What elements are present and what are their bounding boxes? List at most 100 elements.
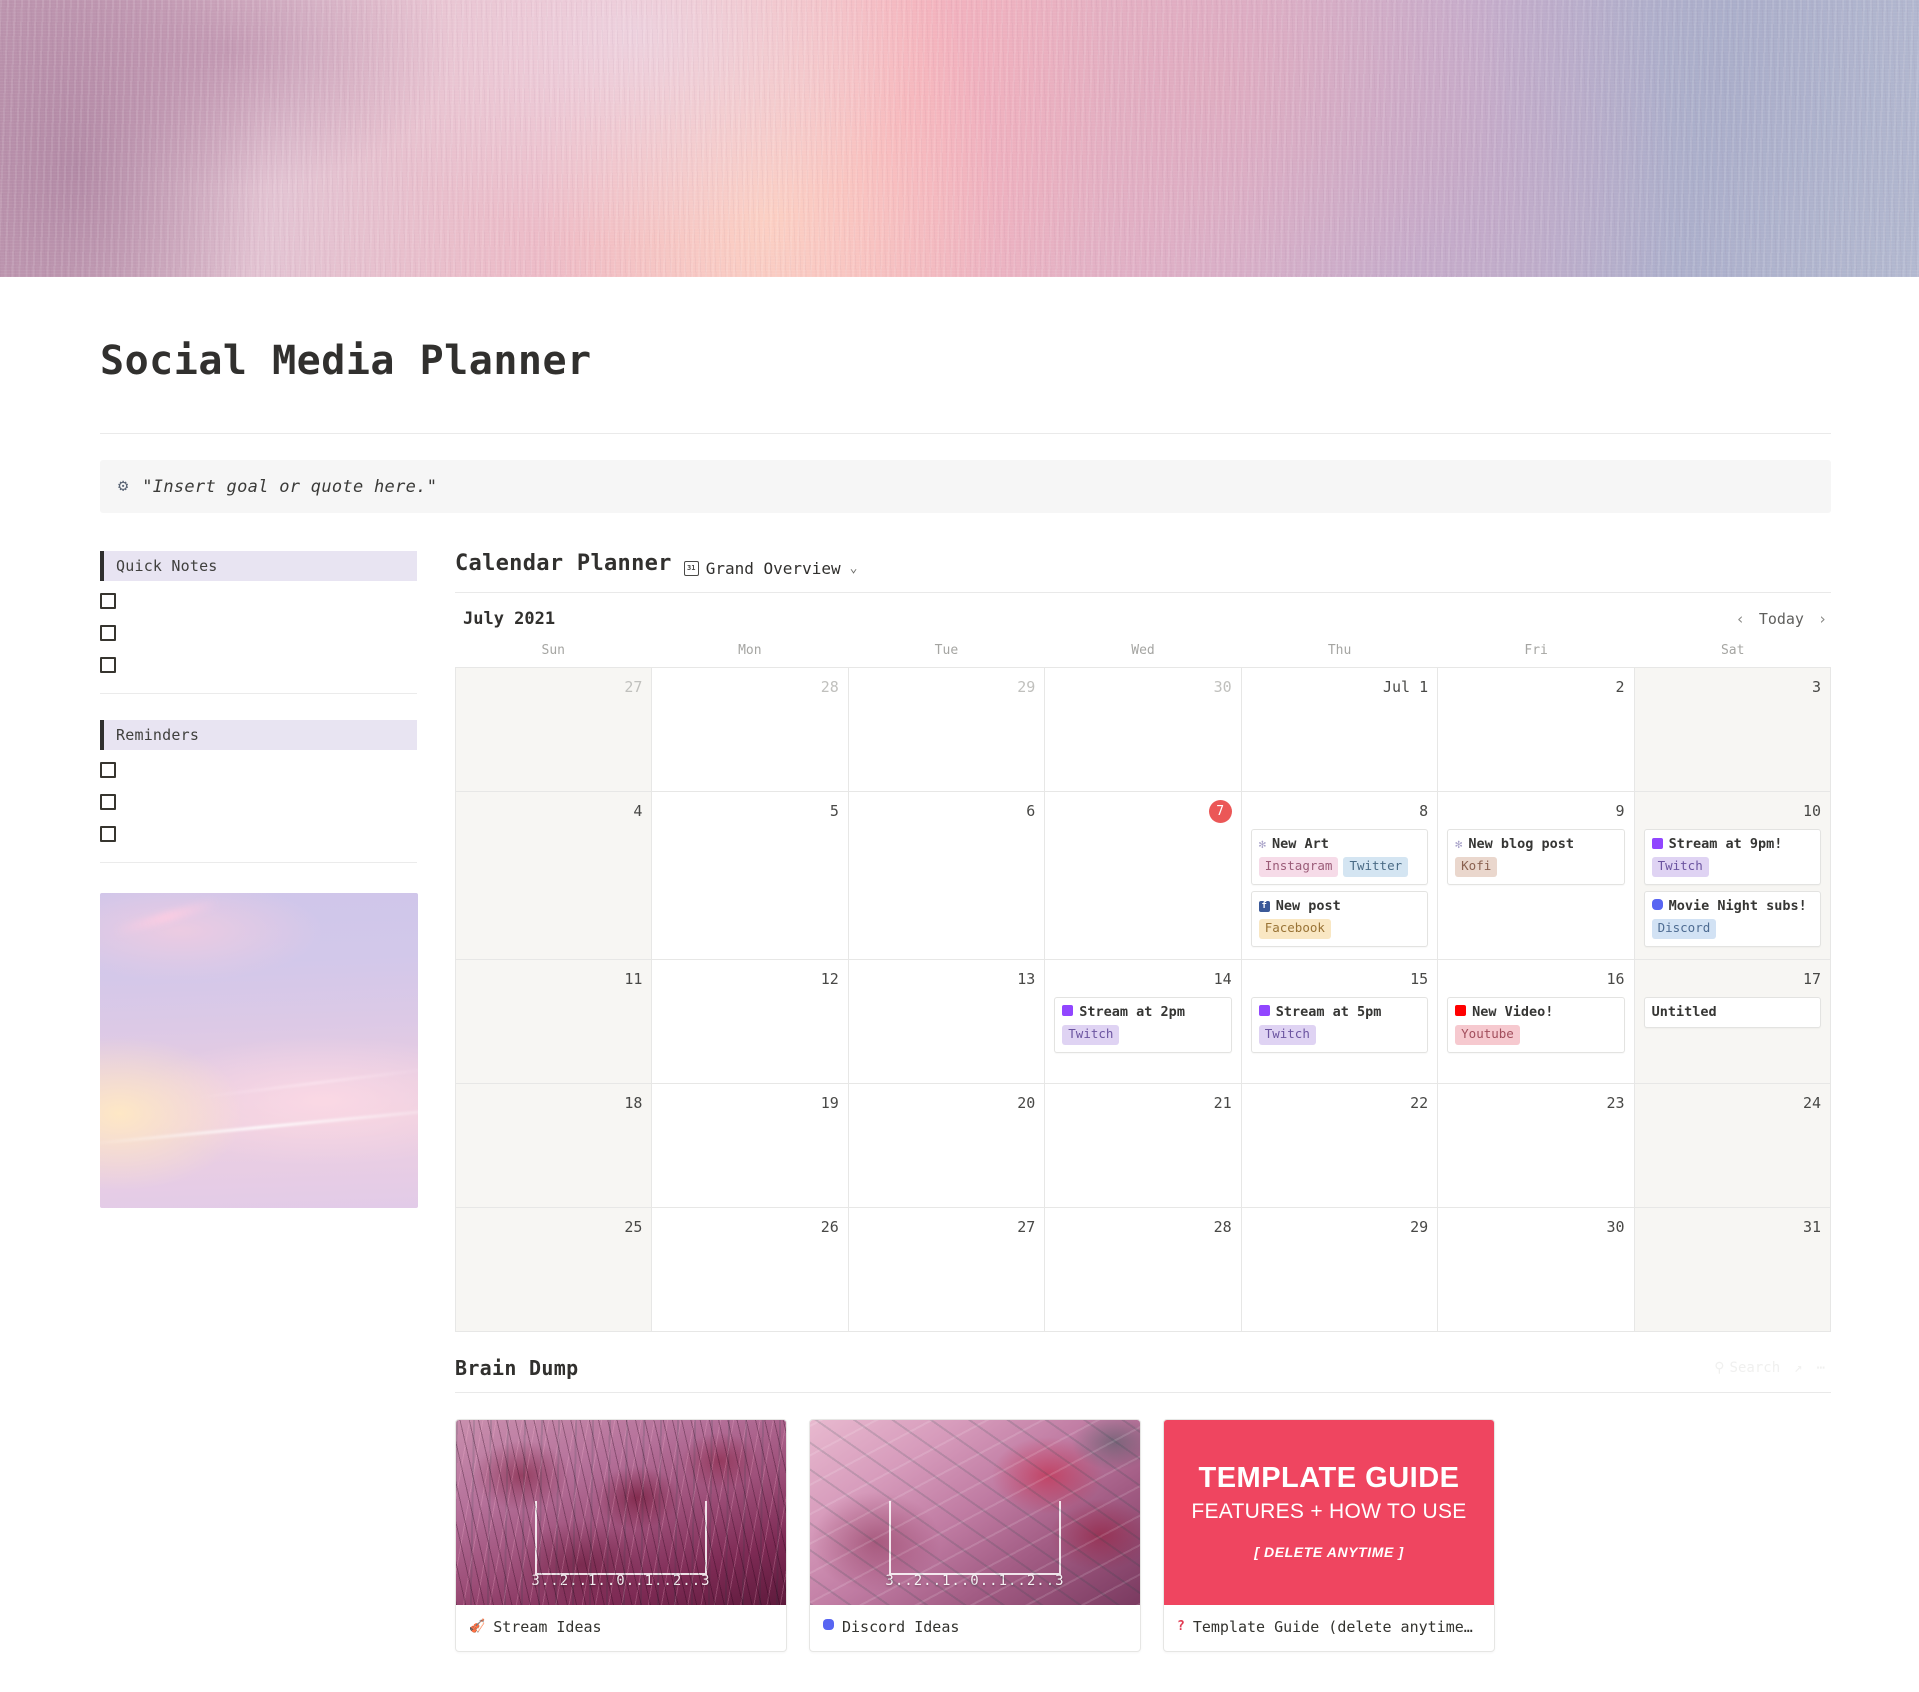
calendar-day-cell[interactable]: 27 <box>848 1207 1046 1332</box>
guide-subtitle: FEATURES + HOW TO USE <box>1191 1500 1467 1524</box>
calendar-event-card[interactable]: f New post Facebook <box>1250 890 1429 947</box>
calendar-day-cell[interactable]: 24 <box>1634 1083 1831 1208</box>
event-title: New blog post <box>1468 836 1575 852</box>
brain-dump-card[interactable]: 3..2..1..0..1..2..3 Discord Ideas <box>809 1418 1141 1652</box>
event-tag[interactable]: Youtube <box>1455 1024 1520 1045</box>
calendar-day-cell[interactable]: 28 <box>1045 1207 1242 1332</box>
calendar-day-cell[interactable]: 5 <box>652 792 849 960</box>
calendar-day-cell[interactable]: 29 <box>1241 1207 1439 1332</box>
day-number: 29 <box>1410 1217 1429 1236</box>
checkbox-icon[interactable] <box>100 625 116 641</box>
quick-note-item[interactable] <box>100 649 417 681</box>
calendar-day-cell[interactable]: 23 <box>1438 1083 1635 1208</box>
event-tag[interactable]: Twitch <box>1062 1024 1120 1045</box>
calendar-event-card[interactable]: ✻ New Art Instagram Twitter <box>1250 829 1429 885</box>
brain-dump-card[interactable]: 3..2..1..0..1..2..3 🎻 Stream Ideas <box>455 1418 787 1652</box>
calendar-event-card[interactable]: Stream at 5pm Twitch <box>1250 996 1429 1053</box>
calendar-event-card[interactable]: New Video! Youtube <box>1447 996 1625 1053</box>
next-month-button[interactable]: › <box>1818 610 1827 628</box>
calendar-day-cell[interactable]: 4 <box>456 792 653 960</box>
brain-dump-card[interactable]: TEMPLATE GUIDE FEATURES + HOW TO USE [ DEL… <box>1163 1418 1495 1652</box>
calendar-event-card[interactable]: Untitled <box>1643 996 1821 1028</box>
event-tag[interactable]: Twitch <box>1258 1024 1316 1045</box>
card-title: Discord Ideas <box>842 1617 960 1636</box>
reminders-label: Reminders <box>116 726 200 744</box>
calendar-day-cell[interactable]: Jul 1 <box>1241 668 1439 792</box>
event-tag[interactable]: Twitch <box>1651 857 1709 877</box>
reminder-item[interactable] <box>100 754 417 786</box>
checkbox-icon[interactable] <box>100 593 116 609</box>
calendar-day-cell[interactable]: 30 <box>1045 668 1242 792</box>
calendar-day-cell[interactable]: 16 New Video! Youtube <box>1438 959 1635 1084</box>
violin-icon: 🎻 <box>469 1619 486 1635</box>
quick-note-item[interactable] <box>100 617 417 649</box>
gear-flower-icon: ⚙ <box>118 476 129 496</box>
sidebar-sky-image <box>100 893 418 1208</box>
calendar-day-cell[interactable]: 15 Stream at 5pm Twitch <box>1241 959 1439 1084</box>
quick-note-item[interactable] <box>100 585 417 617</box>
calendar-day-cell[interactable]: 26 <box>652 1207 849 1332</box>
calendar-day-cell[interactable]: 10 Stream at 9pm! Twitch Movie Night subs! D… <box>1634 792 1831 960</box>
event-tag-list: Discord <box>1651 918 1813 939</box>
calendar-day-cell[interactable]: 14 Stream at 2pm Twitch <box>1045 959 1242 1084</box>
guide-title: TEMPLATE GUIDE <box>1198 1462 1460 1495</box>
calendar-day-cell[interactable]: 28 <box>652 668 849 792</box>
calendar-day-cell[interactable]: 2 <box>1438 668 1635 792</box>
goal-quote-callout[interactable]: ⚙ "Insert goal or quote here." <box>100 460 1831 513</box>
calendar-day-cell[interactable]: 31 <box>1634 1207 1831 1332</box>
expand-icon[interactable]: ↗ <box>1794 1360 1802 1376</box>
calendar-day-cell[interactable]: 17 Untitled <box>1634 959 1831 1084</box>
calendar-day-cell[interactable]: 12 <box>652 959 849 1084</box>
search-control[interactable]: ⚲ Search <box>1714 1360 1780 1376</box>
template-guide-cover: TEMPLATE GUIDE FEATURES + HOW TO USE [ DEL… <box>1164 1419 1494 1605</box>
calendar-day-cell[interactable]: 7 <box>1045 792 1242 960</box>
calendar-header: Calendar Planner 31 Grand Overview ⌄ <box>455 551 1831 578</box>
reminders-heading: Reminders <box>100 720 417 750</box>
today-badge: 7 <box>1208 800 1232 823</box>
calendar-day-cell[interactable]: 13 <box>848 959 1046 1084</box>
event-tag[interactable]: Facebook <box>1258 918 1331 939</box>
calendar-day-cell[interactable]: 19 <box>652 1083 849 1208</box>
checkbox-icon[interactable] <box>100 762 116 778</box>
event-tag-list: Instagram Twitter <box>1258 857 1420 877</box>
prev-month-button[interactable]: ‹ <box>1736 610 1745 628</box>
day-number: 2 <box>1615 678 1625 696</box>
calendar-day-cell[interactable]: 21 <box>1045 1083 1242 1208</box>
calendar-day-cell[interactable]: 20 <box>848 1083 1046 1208</box>
discord-icon <box>823 1619 834 1634</box>
today-button[interactable]: Today <box>1759 610 1804 628</box>
chevron-down-icon[interactable]: ⌄ <box>850 561 858 576</box>
ellipsis-icon[interactable]: ⋯ <box>1817 1360 1825 1376</box>
calendar-day-cell[interactable]: 6 <box>848 792 1046 960</box>
brain-dump-gallery: 3..2..1..0..1..2..3 🎻 Stream Ideas 3..2..1.… <box>455 1418 1831 1652</box>
calendar-event-card[interactable]: Stream at 9pm! Twitch <box>1643 829 1821 885</box>
day-number: 16 <box>1606 969 1625 988</box>
calendar-day-cell[interactable]: 25 <box>456 1207 653 1332</box>
event-tag[interactable]: Discord <box>1651 918 1717 939</box>
calendar-day-cell[interactable]: 22 <box>1241 1083 1439 1208</box>
event-tag[interactable]: Twitter <box>1343 857 1409 877</box>
calendar-day-cell[interactable]: 3 <box>1634 668 1831 792</box>
event-tag[interactable]: Instagram <box>1258 857 1339 877</box>
calendar-day-cell[interactable]: 9 ✻ New blog post Kofi <box>1438 792 1635 960</box>
reminder-item[interactable] <box>100 818 417 850</box>
calendar-day-cell[interactable]: 30 <box>1438 1207 1635 1332</box>
calendar-day-cell[interactable]: 27 <box>456 668 653 792</box>
calendar-day-cell[interactable]: 18 <box>456 1083 653 1208</box>
calendar-event-card[interactable]: ✻ New blog post Kofi <box>1447 829 1625 885</box>
checkbox-icon[interactable] <box>100 657 116 673</box>
calendar-event-card[interactable]: Movie Night subs! Discord <box>1643 890 1821 947</box>
calendar-day-cell[interactable]: 8 ✻ New Art Instagram Twitter f New post Facebo… <box>1241 792 1439 960</box>
calendar-event-card[interactable]: Stream at 2pm Twitch <box>1054 996 1232 1053</box>
checkbox-icon[interactable] <box>100 794 116 810</box>
calendar-source-selector[interactable]: 31 Grand Overview ⌄ <box>683 559 858 578</box>
calendar-day-cell[interactable]: 11 <box>456 959 653 1084</box>
day-number: 22 <box>1410 1093 1429 1112</box>
calendar-day-cell[interactable]: 29 <box>848 668 1046 792</box>
event-title: Movie Night subs! <box>1668 897 1807 914</box>
checkbox-icon[interactable] <box>100 826 116 842</box>
weekday-header-row: Sun Mon Tue Wed Thu Fri Sat <box>455 643 1831 667</box>
card-title: Template Guide (delete anytime… <box>1192 1617 1473 1636</box>
event-tag[interactable]: Kofi <box>1455 857 1498 877</box>
reminder-item[interactable] <box>100 786 417 818</box>
